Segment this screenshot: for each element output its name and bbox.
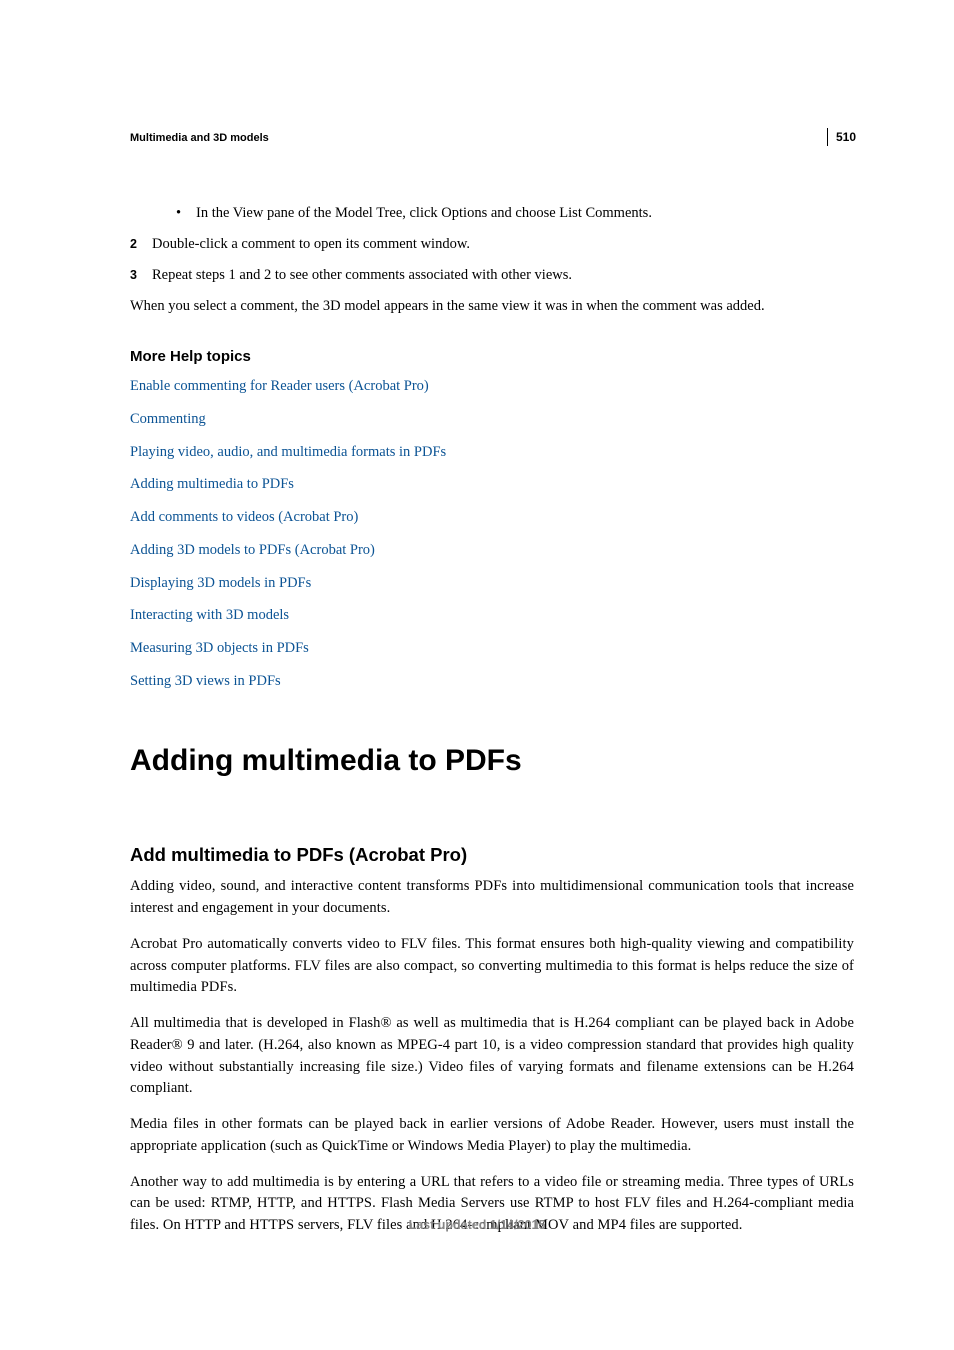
body-paragraph: Adding video, sound, and interactive con… xyxy=(130,876,854,920)
running-header: Multimedia and 3D models xyxy=(130,130,854,147)
page-content: 510 Multimedia and 3D models • In the Vi… xyxy=(0,0,954,1237)
section-heading: Add multimedia to PDFs (Acrobat Pro) xyxy=(130,841,854,869)
more-help-heading: More Help topics xyxy=(130,346,854,369)
footer-updated: Last updated 1/14/2015 xyxy=(0,1216,954,1235)
bullet-text: In the View pane of the Model Tree, clic… xyxy=(196,203,652,225)
body-paragraph: All multimedia that is developed in Flas… xyxy=(130,1013,854,1100)
step-2: 2 Double-click a comment to open its com… xyxy=(130,234,854,256)
help-link[interactable]: Displaying 3D models in PDFs xyxy=(130,573,854,595)
help-link[interactable]: Adding 3D models to PDFs (Acrobat Pro) xyxy=(130,540,854,562)
help-link[interactable]: Setting 3D views in PDFs xyxy=(130,671,854,693)
help-link[interactable]: Playing video, audio, and multimedia for… xyxy=(130,442,854,464)
step-text: Double-click a comment to open its comme… xyxy=(152,234,470,256)
page-title: Adding multimedia to PDFs xyxy=(130,738,854,783)
page-number: 510 xyxy=(827,128,856,146)
step-text: Repeat steps 1 and 2 to see other commen… xyxy=(152,265,572,287)
bullet-item: • In the View pane of the Model Tree, cl… xyxy=(176,203,854,225)
step-3: 3 Repeat steps 1 and 2 to see other comm… xyxy=(130,265,854,287)
help-link[interactable]: Commenting xyxy=(130,409,854,431)
body-paragraph: Acrobat Pro automatically converts video… xyxy=(130,934,854,999)
help-link[interactable]: Interacting with 3D models xyxy=(130,605,854,627)
help-link[interactable]: Add comments to videos (Acrobat Pro) xyxy=(130,507,854,529)
step-number: 3 xyxy=(130,265,152,287)
help-link[interactable]: Adding multimedia to PDFs xyxy=(130,474,854,496)
body-paragraph: Media files in other formats can be play… xyxy=(130,1114,854,1158)
bullet-icon: • xyxy=(176,203,196,225)
help-link[interactable]: Measuring 3D objects in PDFs xyxy=(130,638,854,660)
help-link[interactable]: Enable commenting for Reader users (Acro… xyxy=(130,376,854,398)
note-text: When you select a comment, the 3D model … xyxy=(130,296,854,318)
step-number: 2 xyxy=(130,234,152,256)
